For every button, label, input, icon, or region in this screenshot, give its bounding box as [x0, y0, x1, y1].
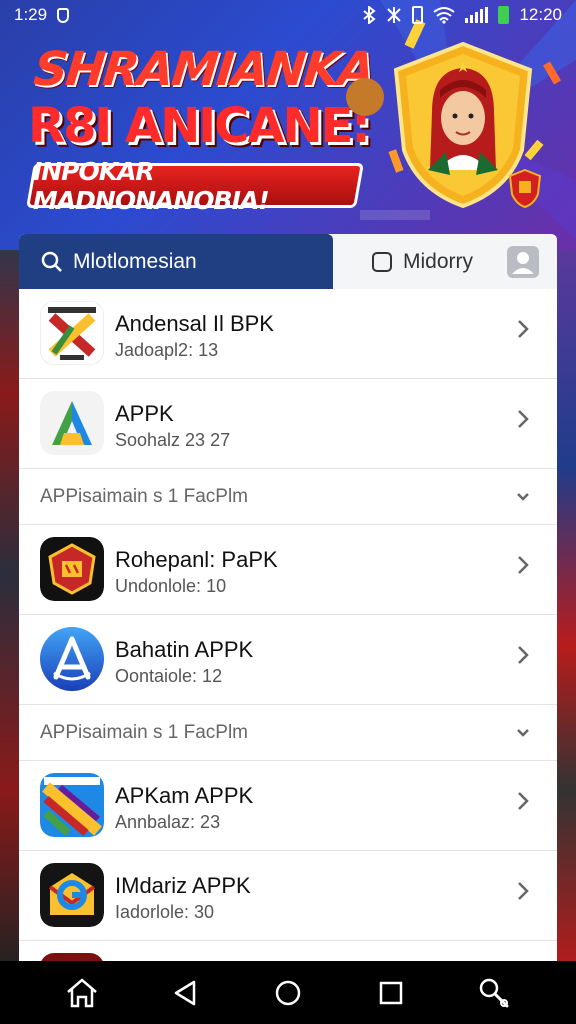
- vibrate-icon: [387, 7, 402, 23]
- banner-title-line2: R8I ANICANE:: [28, 98, 371, 154]
- item-title: Rohepanl: PaPK: [115, 547, 278, 572]
- app-a-logo-icon: [40, 391, 104, 455]
- mascot-icon: [346, 78, 384, 116]
- badge-icon: [508, 168, 542, 208]
- banner-ribbon: INPOKAR MADNONANOBIA!: [26, 157, 364, 215]
- app-mail-logo-icon: [40, 863, 104, 927]
- banner-ribbon-text: INPOKAR MADNONANOBIA!: [33, 156, 269, 215]
- item-title: Bahatin APPK: [115, 637, 254, 662]
- profile-avatar-icon[interactable]: [507, 246, 539, 278]
- home-icon: [66, 977, 97, 1007]
- app-red-emblem-icon: [40, 537, 104, 601]
- chevron-right-icon: [518, 410, 529, 428]
- app-x-logo-icon: [40, 301, 104, 365]
- list-item[interactable]: Bahatin APPK Oontaiole: 12: [19, 615, 557, 705]
- tab-search[interactable]: Mlotlomesian: [19, 234, 333, 289]
- chevron-right-icon: [518, 792, 529, 810]
- nav-overview-button[interactable]: [268, 973, 308, 1013]
- banner-title-line1: SHRAMIANKA: [31, 42, 376, 97]
- back-icon: [174, 980, 196, 1005]
- background-car-right: [554, 250, 576, 970]
- home-circle-icon: [275, 980, 301, 1005]
- list-item[interactable]: IMdariz APPK Iadorlole: 30: [19, 851, 557, 941]
- nav-recents-button[interactable]: [371, 973, 411, 1013]
- section-header[interactable]: APPisaimain s 1 FacPlm: [19, 705, 557, 761]
- list-item-partial[interactable]: [19, 941, 557, 961]
- square-icon: [372, 251, 392, 272]
- battery-icon: [412, 6, 424, 24]
- section-label: APPisaimain s 1 FacPlm: [40, 486, 249, 507]
- item-title: IMdariz APPK: [115, 873, 251, 898]
- status-bar: 1:29 12:20: [0, 0, 576, 30]
- item-subtitle: Oontaiole: 12: [115, 666, 223, 686]
- list-item[interactable]: Rohepanl: PaPK Undonlole: 10: [19, 525, 557, 615]
- section-header[interactable]: APPisaimain s 1 FacPlm: [19, 469, 557, 525]
- item-subtitle: Jadoapl2: 13: [115, 340, 219, 360]
- tab-search-label: Mlotlomesian: [73, 249, 197, 273]
- item-subtitle: Annbalaz: 23: [115, 812, 221, 832]
- app-partial-icon: [40, 953, 104, 961]
- tab-secondary-label: Midorry: [403, 249, 474, 273]
- app-store-logo-icon: [40, 627, 104, 691]
- item-title: Andensal Il BPK: [115, 311, 274, 336]
- chevron-right-icon: [518, 556, 529, 574]
- item-subtitle: Undonlole: 10: [115, 576, 227, 596]
- list-item[interactable]: APPK Soohalz 23 27: [19, 379, 557, 469]
- tab-bar: Mlotlomesian Midorry: [19, 234, 557, 289]
- status-time-right: 12:20: [519, 5, 562, 24]
- wifi-icon: [433, 7, 456, 24]
- hero-banner: SHRAMIANKA R8I ANICANE: INPOKAR MADNONAN…: [0, 0, 576, 250]
- bluetooth-icon: [363, 6, 377, 24]
- item-subtitle: Soohalz 23 27: [115, 430, 231, 450]
- app-list: Andensal Il BPK Jadoapl2: 13 APPK Soohal…: [19, 289, 557, 961]
- search-icon: [480, 978, 509, 1007]
- section-label: APPisaimain s 1 FacPlm: [40, 722, 249, 743]
- list-item[interactable]: APKam APPK Annbalaz: 23: [19, 761, 557, 851]
- list-item[interactable]: Andensal Il BPK Jadoapl2: 13: [19, 289, 557, 379]
- nav-back-button[interactable]: [165, 973, 205, 1013]
- chevron-down-icon: [517, 493, 529, 501]
- navigation-bar: [0, 961, 576, 1024]
- nav-home-button[interactable]: [62, 973, 102, 1013]
- nav-search-button[interactable]: [474, 973, 514, 1013]
- chevron-right-icon: [518, 646, 529, 664]
- signal-icon: [465, 7, 489, 23]
- search-icon: [41, 251, 62, 272]
- chevron-right-icon: [518, 320, 529, 338]
- battery-charging-icon: [498, 6, 510, 24]
- app-stripes-logo-icon: [40, 773, 104, 837]
- item-title: APPK: [115, 401, 174, 426]
- item-title: APKam APPK: [115, 783, 254, 808]
- shield-icon: [57, 7, 70, 23]
- chevron-right-icon: [518, 882, 529, 900]
- chevron-down-icon: [517, 729, 529, 737]
- recents-icon: [379, 981, 403, 1004]
- status-time-left: 1:29: [14, 5, 48, 24]
- item-subtitle: Iadorlole: 30: [115, 902, 215, 922]
